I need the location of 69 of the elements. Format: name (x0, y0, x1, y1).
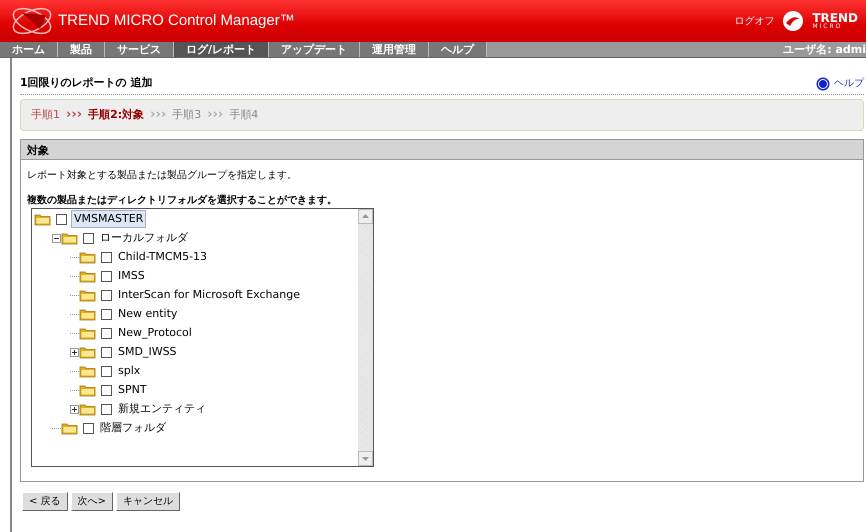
tree-item[interactable]: 新規エンティティ (116, 400, 208, 418)
checkbox[interactable] (101, 328, 112, 338)
user-name: ユーザ名: admi (783, 42, 866, 57)
folder-icon (79, 326, 97, 340)
scrollbar[interactable] (358, 208, 373, 466)
form-button[interactable]: 次へ> (70, 492, 113, 510)
expand-icon[interactable] (70, 404, 79, 414)
logo-text: TREND (812, 12, 858, 24)
expand-icon[interactable] (70, 348, 79, 356)
tree-item[interactable]: Child-TMCM5-13 (116, 248, 210, 266)
collapse-icon[interactable] (52, 234, 61, 242)
folder-icon (79, 346, 97, 358)
step-separator: ››› (150, 106, 166, 124)
folder-icon (79, 250, 97, 264)
tree-item[interactable]: New entity (116, 306, 180, 322)
logo-icon (782, 10, 804, 32)
step-separator: ››› (66, 106, 82, 124)
instruction-text: 複数の製品またはディレクトリフォルダを選択することができます。 (27, 194, 337, 206)
description-text: レポート対象とする製品または製品グループを指定します。 (27, 170, 297, 180)
nav-tab[interactable]: ヘルプ (429, 42, 488, 57)
step-label: 手順3 (172, 106, 202, 122)
step-label: 手順4 (229, 106, 258, 122)
checkbox[interactable] (101, 366, 112, 376)
step-label: 手順2:対象 (88, 106, 144, 122)
checkbox[interactable] (83, 422, 94, 434)
checkbox[interactable] (101, 308, 112, 320)
nav-tab[interactable]: 運用管理 (360, 42, 430, 57)
folder-icon (79, 270, 97, 282)
tree-item[interactable]: IMSS (116, 268, 147, 284)
page-title: 1回限りのレポートの 追加 (20, 74, 152, 90)
checkbox[interactable] (101, 252, 112, 262)
help-icon (816, 76, 830, 90)
app-title: TREND MICRO Control Manager™ (58, 10, 295, 31)
folder-icon (79, 308, 97, 320)
help-link[interactable]: ヘルプ (834, 76, 864, 91)
nav-tab[interactable]: ログ/レポート (174, 42, 270, 57)
nav-tab[interactable]: 製品 (58, 42, 105, 57)
tree-item[interactable]: SPNT (116, 382, 149, 398)
checkbox[interactable] (101, 346, 112, 358)
step-separator: ››› (207, 106, 224, 124)
checkbox[interactable] (83, 232, 94, 244)
logout-link[interactable]: ログオフ (734, 14, 774, 28)
folder-icon (61, 232, 79, 244)
folder-icon (61, 422, 79, 434)
checkbox[interactable] (101, 270, 112, 282)
tree-item[interactable]: 階層フォルダ (98, 420, 168, 436)
tree-item[interactable]: VMSMASTER (71, 210, 146, 228)
nav-tab[interactable]: ホーム (0, 42, 58, 57)
checkbox[interactable] (101, 290, 112, 300)
tree-item[interactable]: splx (116, 362, 142, 380)
checkbox[interactable] (56, 214, 67, 224)
folder-icon (34, 212, 52, 226)
tree-item[interactable]: New_Protocol (116, 324, 194, 342)
form-button[interactable]: キャンセル (116, 492, 180, 510)
tree-item[interactable]: ローカルフォルダ (98, 230, 190, 246)
tree-item[interactable]: InterScan for Microsoft Exchange (116, 286, 302, 304)
folder-icon (79, 384, 97, 396)
form-button[interactable]: < 戻る (22, 492, 68, 510)
folder-icon (79, 364, 97, 378)
step-label: 手順1 (31, 106, 60, 122)
scroll-up-icon[interactable] (358, 208, 373, 224)
nav-tab[interactable]: アップデート (269, 42, 360, 57)
folder-icon (79, 288, 97, 302)
checkbox[interactable] (101, 384, 112, 396)
tree-item[interactable]: SMD_IWSS (116, 344, 179, 360)
nav-tab[interactable]: サービス (105, 42, 174, 57)
checkbox[interactable] (101, 404, 112, 414)
folder-icon (79, 402, 97, 416)
section-title: 対象 (27, 144, 49, 156)
